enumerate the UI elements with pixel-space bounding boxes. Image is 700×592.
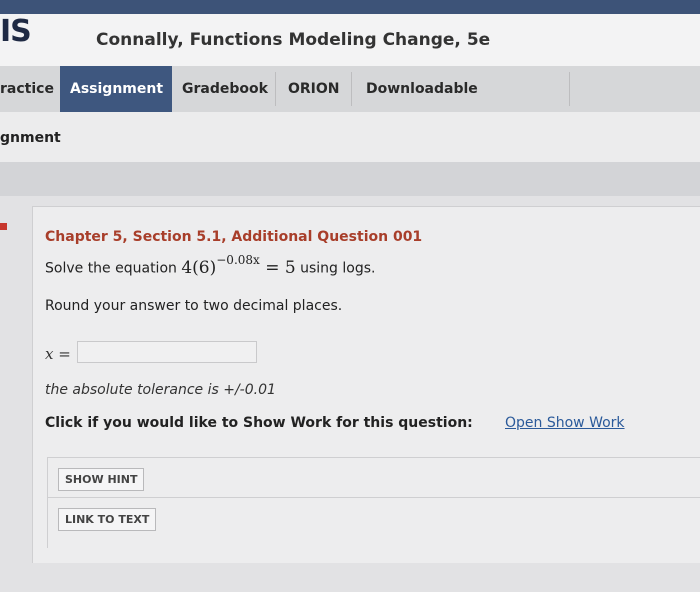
- tab-assignment[interactable]: Assignment: [60, 66, 172, 112]
- header: IS Connally, Functions Modeling Change, …: [0, 14, 700, 66]
- equation: 4(6)−0.08x = 5: [181, 253, 296, 278]
- tab-divider: [351, 72, 352, 106]
- link-to-text-section: LINK TO TEXT: [47, 497, 700, 548]
- logo: IS: [0, 14, 32, 49]
- equation-exponent: −0.08x: [216, 253, 260, 267]
- tab-gradebook[interactable]: Gradebook: [172, 66, 276, 112]
- course-title: Connally, Functions Modeling Change, 5e: [96, 30, 491, 50]
- prompt-suffix: using logs.: [300, 260, 376, 277]
- section-divider: [0, 162, 700, 196]
- nav-bar: ractice Assignment Gradebook ORION Downl…: [0, 66, 700, 143]
- tab-orion[interactable]: ORION: [278, 66, 352, 112]
- hint-section: SHOW HINT: [47, 457, 700, 498]
- tab-practice[interactable]: ractice: [0, 66, 60, 112]
- page-title-bar: gnment: [0, 112, 700, 162]
- prompt-prefix: Solve the equation: [45, 260, 177, 277]
- answer-label: x =: [45, 345, 71, 363]
- tab-label: ractice: [0, 81, 54, 97]
- tab-divider: [275, 72, 276, 106]
- top-strip: [0, 0, 700, 14]
- tab-label: Assignment: [70, 81, 164, 97]
- tab-label: ORION: [288, 81, 340, 97]
- question-marker: [0, 223, 7, 230]
- tab-divider: [569, 72, 570, 106]
- show-hint-button[interactable]: SHOW HINT: [58, 468, 145, 491]
- show-work-prompt: Click if you would like to Show Work for…: [45, 415, 473, 431]
- link-to-text-button[interactable]: LINK TO TEXT: [58, 508, 157, 531]
- page-title: gnment: [0, 130, 61, 146]
- equation-rhs: = 5: [265, 257, 296, 278]
- question-panel: Chapter 5, Section 5.1, Additional Quest…: [0, 196, 700, 592]
- question-prompt: Solve the equation 4(6)−0.08x = 5 using …: [45, 253, 376, 278]
- rounding-instruction: Round your answer to two decimal places.: [45, 298, 343, 314]
- equation-base: 4(6): [181, 257, 217, 278]
- tab-downloadable-etextbook[interactable]: Downloadable eTextbook: [356, 66, 570, 143]
- open-show-work-link[interactable]: Open Show Work: [505, 415, 625, 431]
- answer-input[interactable]: [77, 341, 257, 363]
- tab-label: Gradebook: [182, 81, 268, 97]
- question-card: Chapter 5, Section 5.1, Additional Quest…: [32, 206, 700, 563]
- tolerance-note: the absolute tolerance is +/-0.01: [45, 382, 276, 398]
- question-title: Chapter 5, Section 5.1, Additional Quest…: [45, 229, 423, 245]
